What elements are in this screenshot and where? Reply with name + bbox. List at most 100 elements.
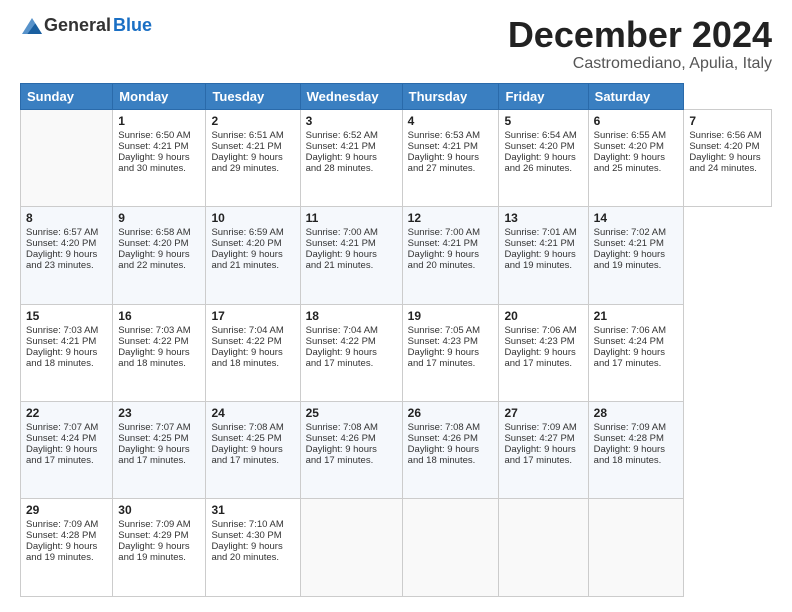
header: General Blue December 2024 Castromediano… bbox=[20, 15, 772, 73]
sunrise: Sunrise: 7:07 AM bbox=[118, 422, 200, 433]
sunset: Sunset: 4:26 PM bbox=[306, 433, 397, 444]
sunset: Sunset: 4:22 PM bbox=[306, 336, 397, 347]
day-number: 8 bbox=[26, 211, 107, 225]
table-row: 27Sunrise: 7:09 AMSunset: 4:27 PMDayligh… bbox=[499, 402, 588, 499]
day-number: 2 bbox=[211, 114, 294, 128]
sunset: Sunset: 4:20 PM bbox=[118, 238, 200, 249]
day-number: 24 bbox=[211, 406, 294, 420]
daylight: Daylight: 9 hours and 18 minutes. bbox=[26, 347, 107, 369]
daylight: Daylight: 9 hours and 17 minutes. bbox=[504, 444, 582, 466]
table-row: 28Sunrise: 7:09 AMSunset: 4:28 PMDayligh… bbox=[588, 402, 684, 499]
sunset: Sunset: 4:23 PM bbox=[504, 336, 582, 347]
daylight: Daylight: 9 hours and 22 minutes. bbox=[118, 249, 200, 271]
daylight: Daylight: 9 hours and 21 minutes. bbox=[211, 249, 294, 271]
day-number: 1 bbox=[118, 114, 200, 128]
logo-blue: Blue bbox=[113, 15, 152, 36]
day-number: 22 bbox=[26, 406, 107, 420]
sunrise: Sunrise: 6:54 AM bbox=[504, 130, 582, 141]
daylight: Daylight: 9 hours and 30 minutes. bbox=[118, 152, 200, 174]
subtitle: Castromediano, Apulia, Italy bbox=[508, 55, 772, 73]
daylight: Daylight: 9 hours and 18 minutes. bbox=[408, 444, 494, 466]
sunrise: Sunrise: 6:55 AM bbox=[594, 130, 679, 141]
table-row bbox=[499, 499, 588, 597]
sunrise: Sunrise: 6:58 AM bbox=[118, 227, 200, 238]
daylight: Daylight: 9 hours and 17 minutes. bbox=[408, 347, 494, 369]
daylight: Daylight: 9 hours and 23 minutes. bbox=[26, 249, 107, 271]
table-row bbox=[402, 499, 499, 597]
sunset: Sunset: 4:21 PM bbox=[306, 141, 397, 152]
table-row: 25Sunrise: 7:08 AMSunset: 4:26 PMDayligh… bbox=[300, 402, 402, 499]
day-number: 30 bbox=[118, 503, 200, 517]
sunrise: Sunrise: 7:00 AM bbox=[306, 227, 397, 238]
sunset: Sunset: 4:21 PM bbox=[504, 238, 582, 249]
day-number: 17 bbox=[211, 309, 294, 323]
day-number: 10 bbox=[211, 211, 294, 225]
sunrise: Sunrise: 7:08 AM bbox=[211, 422, 294, 433]
table-row: 30Sunrise: 7:09 AMSunset: 4:29 PMDayligh… bbox=[113, 499, 206, 597]
table-row: 6Sunrise: 6:55 AMSunset: 4:20 PMDaylight… bbox=[588, 109, 684, 206]
sunrise: Sunrise: 7:10 AM bbox=[211, 519, 294, 530]
table-row: 7Sunrise: 6:56 AMSunset: 4:20 PMDaylight… bbox=[684, 109, 772, 206]
day-number: 9 bbox=[118, 211, 200, 225]
day-number: 4 bbox=[408, 114, 494, 128]
col-tuesday: Tuesday bbox=[206, 83, 300, 109]
sunset: Sunset: 4:28 PM bbox=[594, 433, 679, 444]
table-row: 9 Sunrise: 6:58 AMSunset: 4:20 PMDaylight… bbox=[113, 207, 206, 304]
daylight: Daylight: 9 hours and 19 minutes. bbox=[504, 249, 582, 271]
sunrise: Sunrise: 7:08 AM bbox=[306, 422, 397, 433]
day-number: 21 bbox=[594, 309, 679, 323]
daylight: Daylight: 9 hours and 17 minutes. bbox=[504, 347, 582, 369]
daylight: Daylight: 9 hours and 20 minutes. bbox=[211, 541, 294, 563]
sunrise: Sunrise: 6:50 AM bbox=[118, 130, 200, 141]
daylight: Daylight: 9 hours and 18 minutes. bbox=[118, 347, 200, 369]
sunrise: Sunrise: 7:09 AM bbox=[504, 422, 582, 433]
day-number: 19 bbox=[408, 309, 494, 323]
daylight: Daylight: 9 hours and 27 minutes. bbox=[408, 152, 494, 174]
sunset: Sunset: 4:20 PM bbox=[211, 238, 294, 249]
sunset: Sunset: 4:20 PM bbox=[594, 141, 679, 152]
sunrise: Sunrise: 7:09 AM bbox=[118, 519, 200, 530]
title-section: December 2024 Castromediano, Apulia, Ita… bbox=[508, 15, 772, 73]
daylight: Daylight: 9 hours and 29 minutes. bbox=[211, 152, 294, 174]
logo: General Blue bbox=[20, 15, 152, 36]
table-row bbox=[588, 499, 684, 597]
sunrise: Sunrise: 7:06 AM bbox=[594, 325, 679, 336]
sunset: Sunset: 4:24 PM bbox=[26, 433, 107, 444]
daylight: Daylight: 9 hours and 19 minutes. bbox=[26, 541, 107, 563]
table-row: 18Sunrise: 7:04 AMSunset: 4:22 PMDayligh… bbox=[300, 304, 402, 401]
table-row: 4Sunrise: 6:53 AMSunset: 4:21 PMDaylight… bbox=[402, 109, 499, 206]
daylight: Daylight: 9 hours and 26 minutes. bbox=[504, 152, 582, 174]
daylight: Daylight: 9 hours and 28 minutes. bbox=[306, 152, 397, 174]
daylight: Daylight: 9 hours and 20 minutes. bbox=[408, 249, 494, 271]
day-number: 16 bbox=[118, 309, 200, 323]
table-row: 13Sunrise: 7:01 AMSunset: 4:21 PMDayligh… bbox=[499, 207, 588, 304]
sunrise: Sunrise: 7:03 AM bbox=[118, 325, 200, 336]
daylight: Daylight: 9 hours and 17 minutes. bbox=[118, 444, 200, 466]
day-number: 13 bbox=[504, 211, 582, 225]
daylight: Daylight: 9 hours and 17 minutes. bbox=[211, 444, 294, 466]
sunset: Sunset: 4:22 PM bbox=[118, 336, 200, 347]
table-row: 8Sunrise: 6:57 AMSunset: 4:20 PMDaylight… bbox=[21, 207, 113, 304]
sunrise: Sunrise: 6:53 AM bbox=[408, 130, 494, 141]
day-number: 12 bbox=[408, 211, 494, 225]
table-row: 2Sunrise: 6:51 AMSunset: 4:21 PMDaylight… bbox=[206, 109, 300, 206]
sunrise: Sunrise: 6:57 AM bbox=[26, 227, 107, 238]
sunset: Sunset: 4:21 PM bbox=[306, 238, 397, 249]
sunset: Sunset: 4:22 PM bbox=[211, 336, 294, 347]
daylight: Daylight: 9 hours and 18 minutes. bbox=[594, 444, 679, 466]
table-row: 16 Sunrise: 7:03 AMSunset: 4:22 PMDayligh… bbox=[113, 304, 206, 401]
sunrise: Sunrise: 6:52 AM bbox=[306, 130, 397, 141]
table-row: 26Sunrise: 7:08 AMSunset: 4:26 PMDayligh… bbox=[402, 402, 499, 499]
day-number: 6 bbox=[594, 114, 679, 128]
table-row: 20Sunrise: 7:06 AMSunset: 4:23 PMDayligh… bbox=[499, 304, 588, 401]
col-saturday: Saturday bbox=[588, 83, 684, 109]
table-row: 11Sunrise: 7:00 AMSunset: 4:21 PMDayligh… bbox=[300, 207, 402, 304]
logo-icon bbox=[22, 16, 42, 36]
day-number: 18 bbox=[306, 309, 397, 323]
daylight: Daylight: 9 hours and 18 minutes. bbox=[211, 347, 294, 369]
daylight: Daylight: 9 hours and 24 minutes. bbox=[689, 152, 766, 174]
logo-general: General bbox=[44, 15, 111, 36]
sunrise: Sunrise: 7:00 AM bbox=[408, 227, 494, 238]
calendar-table: Sunday Monday Tuesday Wednesday Thursday… bbox=[20, 83, 772, 597]
sunset: Sunset: 4:21 PM bbox=[594, 238, 679, 249]
